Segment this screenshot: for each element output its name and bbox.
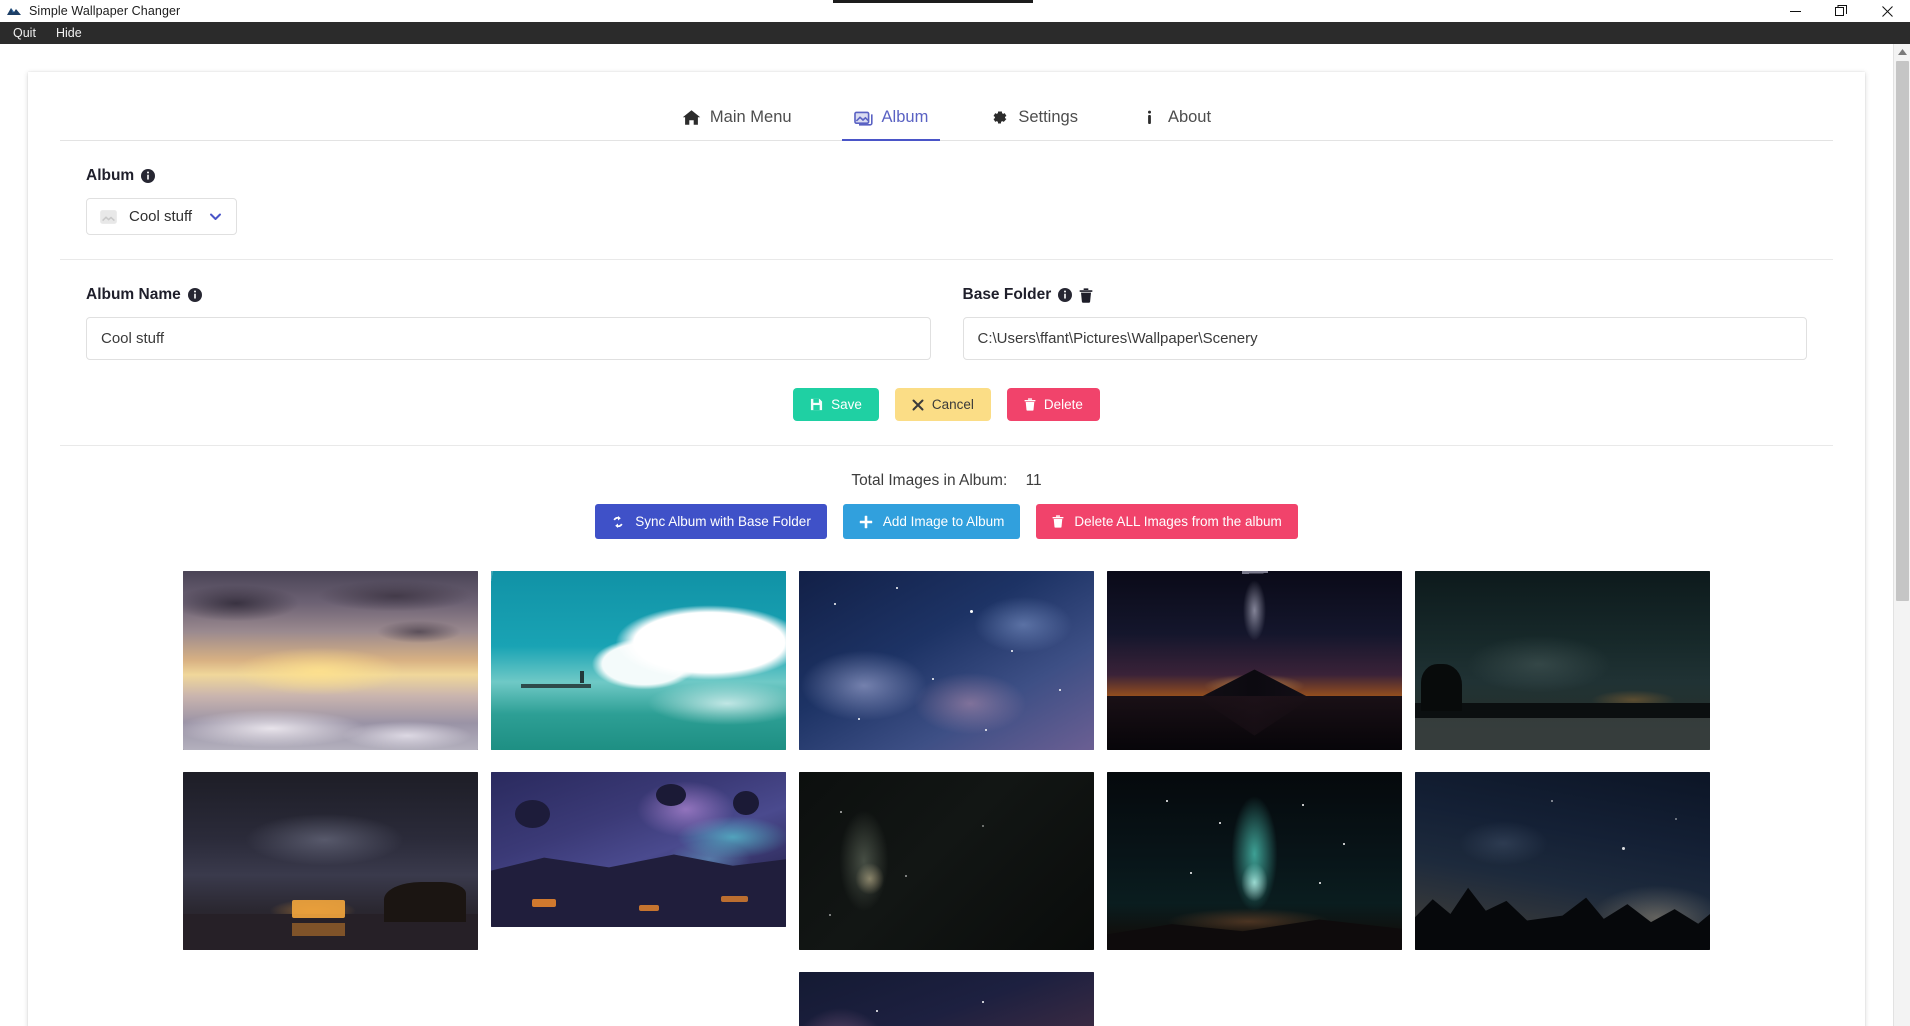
menu-item-quit[interactable]: Quit: [4, 23, 45, 43]
button-label: Add Image to Album: [882, 514, 1005, 529]
button-label: Save: [831, 397, 862, 412]
base-folder-label: Base Folder: [962, 286, 1052, 303]
info-icon: [1140, 108, 1159, 127]
album-name-label: Album Name: [86, 286, 181, 303]
cancel-button[interactable]: Cancel: [894, 388, 991, 421]
thumbnail-pine-trees-night-sky[interactable]: [1415, 772, 1710, 950]
home-icon: [682, 108, 701, 127]
button-label: Delete ALL Images from the album: [1074, 514, 1282, 529]
thumbnail-teal-milky-way-ridge[interactable]: [1107, 772, 1402, 950]
total-images-label: Total Images in Album:: [851, 472, 1008, 489]
scroll-content: Main Menu Album Settings About Album Coo…: [0, 44, 1893, 1026]
menu-bar: Quit Hide: [0, 22, 1910, 44]
gear-icon: [990, 108, 1009, 127]
album-select-value: Cool stuff: [129, 208, 193, 225]
album-name-field: Album Name: [86, 286, 931, 360]
menu-item-hide[interactable]: Hide: [47, 23, 91, 43]
restore-button[interactable]: [1818, 0, 1864, 22]
trash-icon: [1052, 515, 1064, 528]
trash-icon: [1024, 398, 1036, 411]
info-circle-icon[interactable]: [187, 288, 202, 302]
scroll-up-icon[interactable]: [1894, 44, 1910, 61]
base-folder-label-row: Base Folder: [963, 286, 1808, 304]
main-tabs: Main Menu Album Settings About: [60, 72, 1833, 141]
tab-about[interactable]: About: [1128, 98, 1223, 140]
chevron-down-icon: [208, 209, 223, 224]
base-folder-field: Base Folder: [962, 286, 1808, 360]
delete-all-images-button[interactable]: Delete ALL Images from the album: [1036, 504, 1298, 539]
delete-button[interactable]: Delete: [1006, 388, 1100, 421]
thumbnail-blue-nebula-starfield[interactable]: [799, 571, 1094, 750]
tab-settings[interactable]: Settings: [978, 98, 1090, 140]
image-icon: [853, 108, 873, 127]
album-action-buttons: Save Cancel Delete: [86, 388, 1807, 421]
thumbnail-sunset-above-clouds[interactable]: [183, 571, 478, 750]
thumbnail-milky-way-over-mountain[interactable]: [1107, 571, 1402, 750]
window-controls: [1772, 0, 1910, 22]
cancel-icon: [912, 399, 924, 411]
album-details-section: Album Name Cool stuff Base Folder C:\Use…: [60, 260, 1833, 446]
thumbnail-grid: [28, 571, 1865, 1026]
album-label-row: Album: [86, 167, 1807, 185]
tab-album[interactable]: Album: [841, 98, 941, 141]
album-name-input[interactable]: [86, 317, 931, 360]
album-name-label-row: Album Name: [86, 286, 931, 304]
info-circle-icon[interactable]: [1058, 288, 1073, 302]
thumbnail-aurora-floating-islands[interactable]: [491, 772, 786, 927]
thumbnail-purple-milky-way-core[interactable]: [799, 972, 1094, 1026]
thumbnail-cumulus-over-pier[interactable]: [491, 571, 786, 750]
album-select[interactable]: Cool stuff: [86, 198, 238, 235]
vertical-scrollbar[interactable]: [1893, 44, 1910, 1026]
thumbnail-dim-galaxy-core[interactable]: [799, 772, 1094, 950]
add-image-button[interactable]: Add Image to Album: [842, 504, 1021, 539]
button-label: Sync Album with Base Folder: [635, 514, 811, 529]
trash-icon[interactable]: [1079, 287, 1093, 303]
total-images-row: Total Images in Album: 11: [28, 446, 1865, 490]
scrollbar-thumb[interactable]: [1896, 61, 1909, 601]
save-button[interactable]: Save: [793, 388, 879, 421]
tab-label: About: [1167, 108, 1212, 126]
album-card: Main Menu Album Settings About Album Coo…: [28, 72, 1865, 1026]
sync-album-button[interactable]: Sync Album with Base Folder: [595, 504, 827, 539]
title-bar: Simple Wallpaper Changer: [0, 0, 1910, 22]
total-images-count: 11: [1025, 472, 1042, 489]
window-title: Simple Wallpaper Changer: [29, 4, 181, 18]
minimize-button[interactable]: [1772, 0, 1818, 22]
album-select-section: Album Cool stuff: [60, 141, 1833, 260]
button-label: Delete: [1043, 397, 1083, 412]
star-layer: [799, 571, 1094, 750]
info-circle-icon[interactable]: [141, 169, 156, 183]
album-label: Album: [86, 167, 135, 184]
thumbnail-night-lake-horizon[interactable]: [1415, 571, 1710, 750]
image-toolbar: Sync Album with Base Folder Add Image to…: [28, 504, 1865, 539]
save-icon: [810, 398, 823, 411]
button-label: Cancel: [931, 397, 974, 412]
thumbnail-lit-castle-by-lake[interactable]: [183, 772, 478, 950]
tab-label: Settings: [1018, 108, 1078, 126]
tab-main-menu[interactable]: Main Menu: [670, 98, 804, 140]
refresh-icon: [611, 515, 625, 529]
mountain-app-icon: [6, 3, 22, 19]
plus-icon: [859, 515, 873, 529]
image-placeholder-icon: [100, 209, 117, 224]
tab-label: Main Menu: [709, 108, 792, 126]
close-button[interactable]: [1864, 0, 1910, 22]
page-body: Main Menu Album Settings About Album Coo…: [0, 44, 1910, 1026]
tab-label: Album: [881, 108, 929, 126]
window-drag-strip[interactable]: [833, 0, 1033, 3]
base-folder-input[interactable]: [962, 317, 1807, 360]
